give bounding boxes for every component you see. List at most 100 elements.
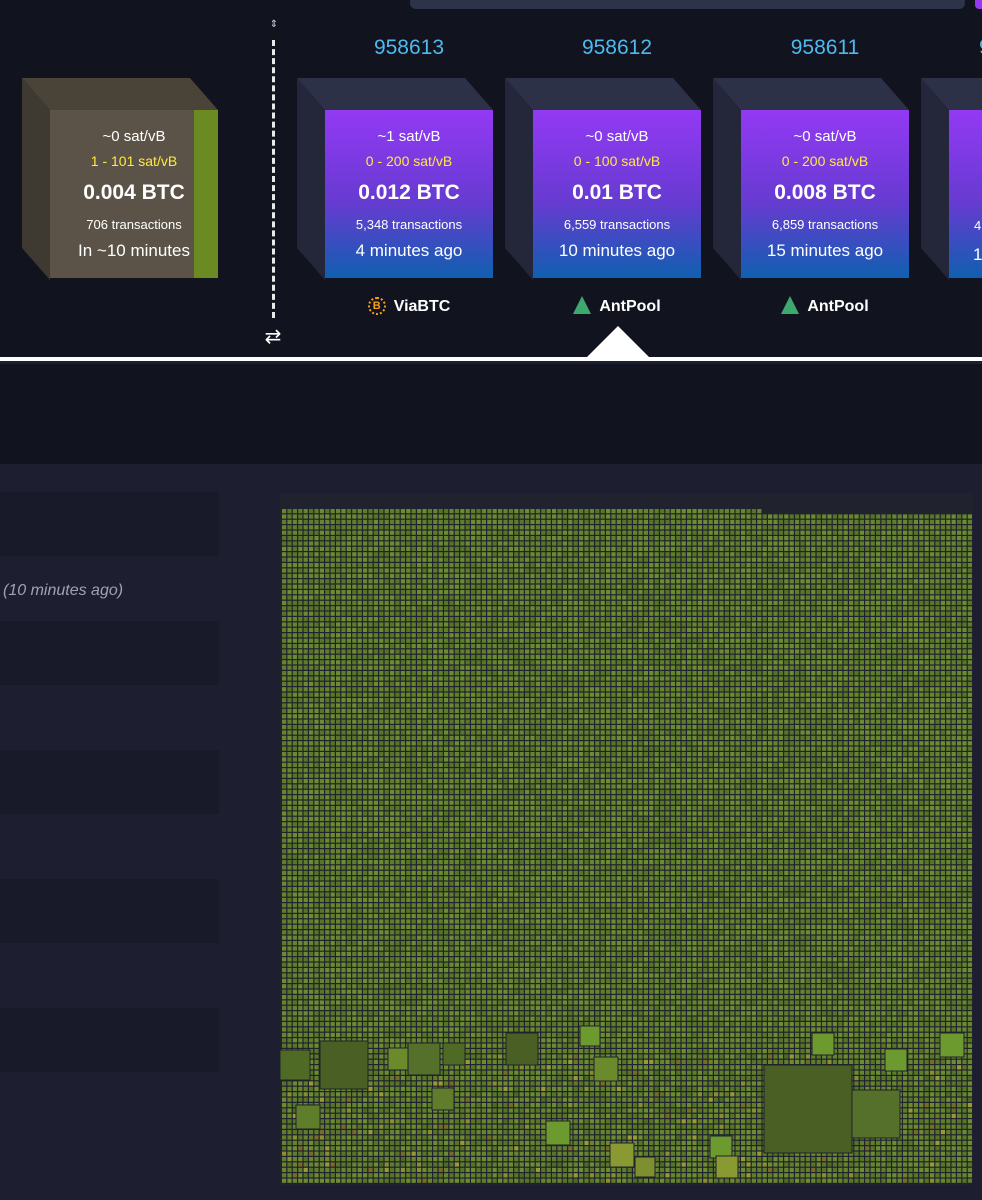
transaction-cell [957, 546, 962, 551]
transaction-cell [935, 530, 940, 535]
mining-pool-link[interactable]: B ViaBTC [325, 296, 493, 318]
transaction-cell [865, 590, 870, 595]
transaction-cell [762, 519, 767, 524]
transaction-cell [849, 654, 854, 659]
transaction-cell [940, 541, 945, 546]
mined-block[interactable]: ~0 sat/vB 0 - 200 sat/vB 0.008 BTC 6,859… [713, 78, 909, 280]
transaction-cell [876, 698, 881, 703]
transaction-cell [622, 708, 627, 713]
transaction-cell [309, 698, 314, 703]
transaction-cell [508, 600, 513, 605]
transaction-cell [935, 514, 940, 519]
transaction-cell [282, 573, 287, 578]
transaction-cell [670, 579, 675, 584]
block-height-link[interactable]: 958613 [325, 36, 493, 60]
transaction-cell [346, 681, 351, 686]
transaction-cell [292, 563, 297, 568]
transaction-cell [762, 687, 767, 692]
pending-block[interactable]: ~0 sat/vB 1 - 101 sat/vB 0.004 BTC 706 t… [22, 78, 218, 280]
transaction-cell [562, 698, 567, 703]
transaction-cell [336, 698, 341, 703]
transaction-cell [541, 568, 546, 573]
transaction-cell [643, 546, 648, 551]
transaction-cell [962, 568, 967, 573]
transaction-cell [681, 600, 686, 605]
transaction-cell [919, 681, 924, 686]
transaction-cell [433, 568, 438, 573]
transaction-cell [811, 557, 816, 562]
transaction-cell [822, 617, 827, 622]
transaction-cell [892, 633, 897, 638]
transaction-cell [741, 600, 746, 605]
transaction-cell [805, 638, 810, 643]
transaction-cell [741, 584, 746, 589]
transaction-cell [422, 687, 427, 692]
transaction-cell [514, 568, 519, 573]
transaction-cell [881, 584, 886, 589]
transaction-cell [676, 644, 681, 649]
block-height-link[interactable]: 9 [949, 36, 982, 60]
transaction-cell [400, 557, 405, 562]
transaction-cell [341, 665, 346, 670]
transaction-cell [325, 633, 330, 638]
transaction-cell [514, 627, 519, 632]
transaction-cell [471, 633, 476, 638]
transaction-cell [633, 665, 638, 670]
transaction-cell [708, 671, 713, 676]
transaction-cell [514, 546, 519, 551]
transaction-cell [573, 519, 578, 524]
chevron-updown-icon[interactable]: ⇕ [266, 18, 282, 32]
transaction-cell [892, 600, 897, 605]
transaction-cell [568, 665, 573, 670]
transaction-cell [314, 681, 319, 686]
transaction-cell [411, 644, 416, 649]
transaction-cell [681, 698, 686, 703]
transaction-grid[interactable] [280, 493, 973, 1185]
transaction-cell [508, 714, 513, 719]
mined-block-partial[interactable]: 4 1 [921, 78, 982, 280]
transaction-cell [697, 568, 702, 573]
block-height-link[interactable]: 958611 [741, 36, 909, 60]
mined-block[interactable]: ~1 sat/vB 0 - 200 sat/vB 0.012 BTC 5,348… [297, 78, 493, 280]
transaction-cell [368, 584, 373, 589]
transaction-cell [406, 633, 411, 638]
transaction-cell [778, 525, 783, 530]
transaction-cell [454, 671, 459, 676]
transaction-cell [325, 708, 330, 713]
transaction-cell [773, 546, 778, 551]
swap-arrows-icon[interactable]: ⇄ [261, 326, 285, 348]
transaction-cell [919, 622, 924, 627]
block-overview-visualization[interactable] [280, 493, 973, 1185]
transaction-cell [336, 541, 341, 546]
transaction-cell [611, 671, 616, 676]
transaction-cell [325, 546, 330, 551]
block-height-link[interactable]: 958612 [533, 36, 701, 60]
transaction-cell [373, 519, 378, 524]
transaction-cell [865, 703, 870, 708]
mining-pool-link[interactable]: AntPool [533, 295, 701, 318]
mined-block-selected[interactable]: ~0 sat/vB 0 - 100 sat/vB 0.01 BTC 6,559 … [505, 78, 701, 280]
transaction-cell [714, 536, 719, 541]
transaction-cell [903, 654, 908, 659]
transaction-cell [768, 671, 773, 676]
transaction-cell [287, 541, 292, 546]
transaction-cell [708, 622, 713, 627]
transaction-cell [584, 660, 589, 665]
transaction-cell [805, 584, 810, 589]
transaction-cell [676, 698, 681, 703]
transaction-cell [886, 671, 891, 676]
transaction-cell [746, 541, 751, 546]
transaction-cell [530, 541, 535, 546]
transaction-cell [546, 579, 551, 584]
transaction-cell [741, 676, 746, 681]
transaction-cell [373, 514, 378, 519]
transaction-cell [865, 660, 870, 665]
transaction-cell [390, 514, 395, 519]
transaction-cell [438, 590, 443, 595]
transaction-cell [859, 638, 864, 643]
transaction-cell [562, 627, 567, 632]
menu-button[interactable] [975, 0, 982, 9]
search-bar[interactable] [410, 0, 965, 9]
mining-pool-link[interactable]: AntPool [741, 295, 909, 318]
transaction-cell [697, 649, 702, 654]
